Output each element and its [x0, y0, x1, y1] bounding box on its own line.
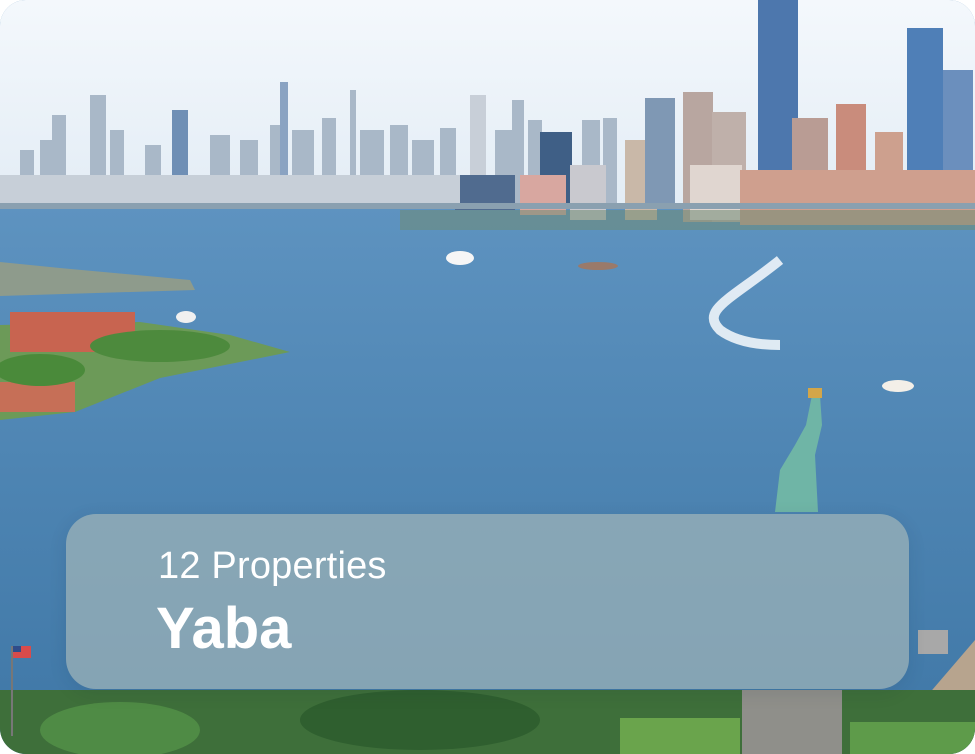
property-count: 12 Properties: [158, 545, 387, 587]
location-name: Yaba: [156, 596, 292, 661]
card-info-panel: 12 Properties Yaba: [66, 514, 909, 689]
location-card[interactable]: 12 Properties Yaba: [0, 0, 975, 754]
